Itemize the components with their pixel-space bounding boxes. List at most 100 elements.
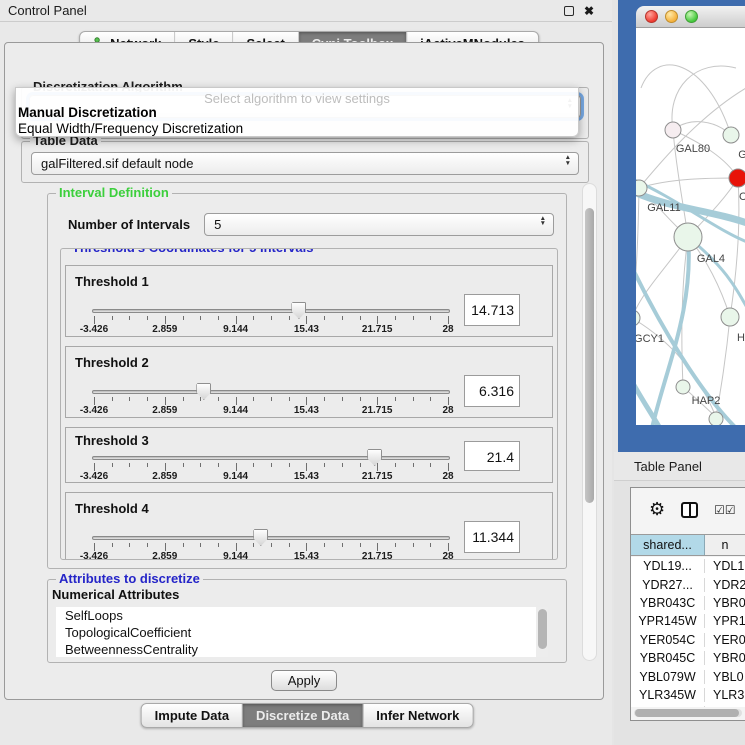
network-view-window: GAL80G.CGAL11GAL4GCY1HHAP2: [618, 0, 745, 452]
network-node-hap2[interactable]: [676, 380, 690, 394]
table-row[interactable]: YIL052CYIL0: [631, 704, 745, 707]
spinner-arrows-icon[interactable]: ▲▼: [565, 155, 571, 166]
tab-label: Impute Data: [155, 708, 229, 723]
threshold-value-field[interactable]: 21.4: [464, 441, 520, 471]
network-node-gal4[interactable]: [674, 223, 702, 251]
checkbox-icon[interactable]: ☑☑: [714, 504, 736, 516]
tab-discretize-data[interactable]: Discretize Data: [243, 704, 363, 727]
numerical-attributes-list[interactable]: SelfLoopsTopologicalCoefficientBetweenne…: [56, 607, 548, 657]
list-scrollbar[interactable]: [536, 607, 548, 657]
float-window-icon[interactable]: [564, 6, 574, 16]
cell-name: YDR2: [705, 578, 745, 592]
cell-name: YIL0: [705, 706, 745, 707]
slider-axis-labels: -3.4262.8599.14415.4321.71528: [94, 324, 448, 336]
table-header-row: shared... n: [631, 534, 745, 556]
network-edge[interactable]: [639, 178, 738, 188]
network-node-gal80[interactable]: [665, 122, 681, 138]
network-canvas[interactable]: GAL80G.CGAL11GAL4GCY1HHAP2: [636, 28, 745, 425]
spinner-arrows-icon[interactable]: ▲▼: [540, 216, 546, 227]
control-panel-titlebar: Control Panel ✖: [0, 0, 612, 22]
column-header-name[interactable]: n: [705, 535, 745, 555]
network-node-h[interactable]: [721, 308, 739, 326]
number-of-intervals-combobox[interactable]: 5 ▲▼: [204, 213, 554, 236]
network-edge[interactable]: [641, 65, 731, 135]
threshold-value-field[interactable]: 6.316: [464, 375, 520, 407]
network-edge[interactable]: [730, 178, 739, 317]
group-title: Attributes to discretize: [56, 571, 203, 586]
close-traffic-light-icon[interactable]: [645, 10, 658, 23]
split-view-icon[interactable]: [681, 502, 698, 518]
cell-shared-name: YPR145W: [631, 614, 705, 628]
threshold-value-field[interactable]: 11.344: [464, 521, 520, 553]
table-row[interactable]: YPR145WYPR1: [631, 612, 745, 630]
network-node-gcy1[interactable]: [636, 310, 640, 326]
slider-track[interactable]: [92, 536, 450, 540]
attribute-list-item[interactable]: BetweennessCentrality: [56, 641, 548, 657]
network-node-label: H: [737, 332, 745, 344]
table-row[interactable]: YDR27...YDR2: [631, 575, 745, 593]
network-edge-highlighted[interactable]: [652, 237, 689, 425]
table-horizontal-scrollbar[interactable]: [634, 709, 742, 717]
cell-shared-name: YBL079W: [631, 670, 705, 684]
table-row[interactable]: YBR045CYBR0: [631, 649, 745, 667]
network-edge[interactable]: [673, 122, 731, 135]
cell-shared-name: YDL19...: [631, 559, 705, 573]
network-node-c[interactable]: [729, 169, 745, 187]
zoom-traffic-light-icon[interactable]: [685, 10, 698, 23]
cell-shared-name: YIL052C: [631, 706, 705, 707]
table-row[interactable]: YBL079WYBL0: [631, 667, 745, 685]
threshold-label: Threshold 1: [75, 274, 149, 289]
group-title: Interval Definition: [56, 185, 172, 200]
table-data-combobox[interactable]: galFiltered.sif default node ▲▼: [31, 152, 579, 175]
tab-impute-data[interactable]: Impute Data: [142, 704, 243, 727]
cell-shared-name: YBR043C: [631, 596, 705, 610]
network-node-label: GAL11: [647, 202, 680, 214]
threshold-value-field[interactable]: 14.713: [464, 294, 520, 326]
network-node-label: GAL4: [697, 253, 725, 265]
table-data-value: galFiltered.sif default node: [41, 156, 193, 171]
table-panel-title: Table Panel: [634, 459, 702, 474]
algorithm-dropdown-popup: Select algorithm to view settings Manual…: [15, 87, 579, 137]
network-node-label: G.: [738, 149, 745, 161]
table-toolbar: ⚙ ☑☑: [631, 488, 745, 532]
close-icon[interactable]: ✖: [584, 6, 594, 16]
number-of-intervals-label: Number of Intervals: [68, 217, 190, 232]
apply-button[interactable]: Apply: [271, 670, 337, 691]
network-edge[interactable]: [672, 66, 736, 130]
threshold-label: Threshold 4: [75, 501, 149, 516]
cyni-toolbox-panel: Discretization Algorithm ▲▼ Select algor…: [4, 42, 604, 700]
panel-scrollbar[interactable]: [582, 183, 597, 661]
table-row[interactable]: YLR345WYLR3: [631, 686, 745, 704]
column-header-shared[interactable]: shared...: [631, 535, 705, 555]
network-window-titlebar: [636, 6, 745, 28]
table-row[interactable]: YER054CYER0: [631, 631, 745, 649]
table-row[interactable]: YDL19...YDL1: [631, 557, 745, 575]
dropdown-option-equal-width-frequency[interactable]: Equal Width/Frequency Discretization: [18, 121, 243, 136]
threshold-1-panel: Threshold 1 -3.4262.8599.14415.4321.71528…: [65, 265, 553, 337]
cell-name: YPR1: [705, 614, 745, 628]
attribute-list-item[interactable]: SelfLoops: [56, 607, 548, 624]
minimize-traffic-light-icon[interactable]: [665, 10, 678, 23]
attributes-group: Attributes to discretize Numerical Attri…: [47, 579, 567, 663]
gear-icon[interactable]: ⚙: [649, 501, 665, 519]
network-graph: GAL80G.CGAL11GAL4GCY1HHAP2: [636, 28, 745, 425]
bottom-tab-bar: Impute Data Discretize Data Infer Network: [141, 703, 474, 728]
slider-track[interactable]: [92, 390, 450, 394]
network-node[interactable]: [709, 412, 723, 425]
tab-label: Discretize Data: [256, 708, 349, 723]
cell-name: YBR0: [705, 596, 745, 610]
tab-infer-network[interactable]: Infer Network: [363, 704, 472, 727]
table-row[interactable]: YBR043CYBR0: [631, 594, 745, 612]
slider-track[interactable]: [92, 456, 450, 460]
slider-track[interactable]: [92, 309, 450, 313]
network-node-g[interactable]: [723, 127, 739, 143]
threshold-label: Threshold 3: [75, 433, 149, 448]
network-node-gal11[interactable]: [636, 180, 647, 196]
network-node-label: GAL80: [676, 143, 710, 155]
attribute-list-item[interactable]: TopologicalCoefficient: [56, 624, 548, 641]
network-edge[interactable]: [636, 188, 639, 318]
table-body: YDL19...YDL1YDR27...YDR2YBR043CYBR0YPR14…: [631, 557, 745, 707]
cell-shared-name: YER054C: [631, 633, 705, 647]
cell-name: YBL0: [705, 670, 745, 684]
dropdown-option-manual-discretization[interactable]: Manual Discretization: [18, 105, 157, 120]
